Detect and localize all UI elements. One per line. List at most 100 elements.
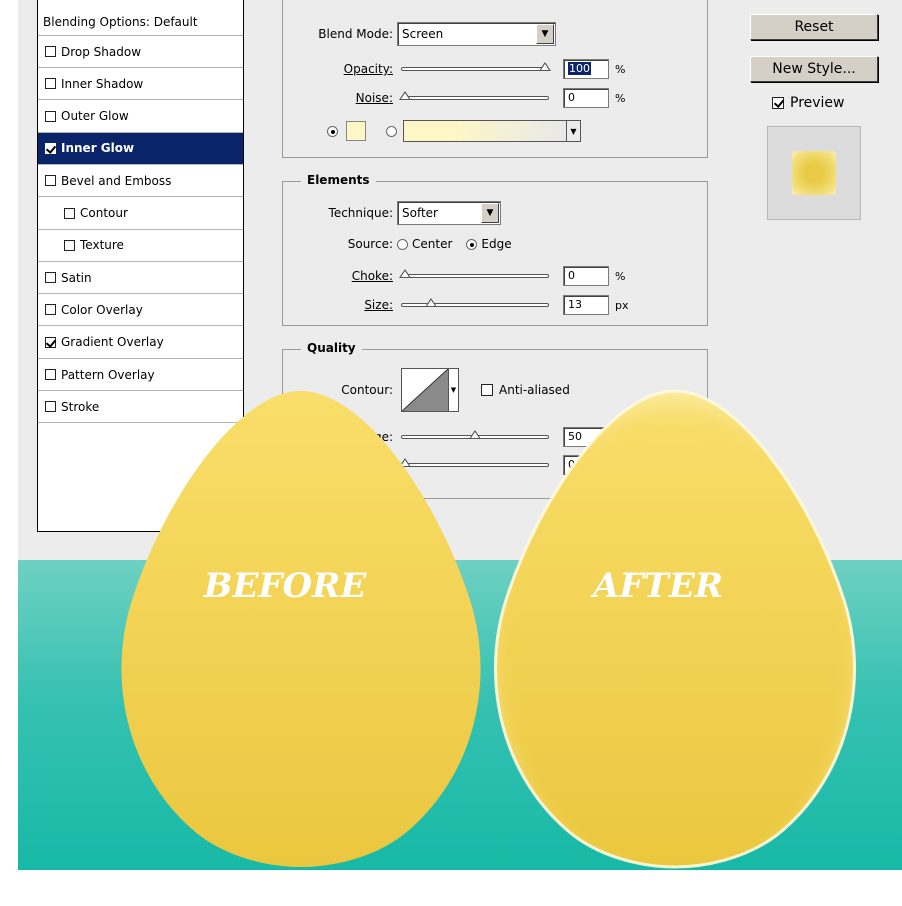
gradient-radio[interactable] — [386, 125, 397, 137]
elements-legend: Elements — [301, 173, 376, 187]
style-item-label: Inner Shadow — [61, 76, 144, 91]
style-item-color-overlay[interactable]: Color Overlay — [38, 294, 243, 327]
technique-row: Technique: Softer ▼ — [303, 201, 501, 225]
choke-input[interactable]: 0 — [563, 266, 609, 286]
source-center-label: Center — [412, 237, 453, 251]
noise-slider[interactable] — [399, 91, 549, 104]
size-slider[interactable] — [401, 298, 549, 311]
style-checkbox[interactable] — [45, 401, 56, 413]
elements-panel: Elements Technique: Softer ▼ Source: Cen… — [282, 173, 708, 326]
quality-panel: Quality Contour: ▼ Anti-aliased ge: 50 0 — [282, 341, 708, 499]
style-item-label: Color Overlay — [61, 302, 143, 317]
anti-aliased-label: Anti-aliased — [499, 383, 570, 397]
source-center-radio[interactable] — [397, 238, 408, 250]
teal-background — [18, 560, 902, 870]
contour-picker[interactable]: ▼ — [401, 368, 459, 412]
style-item-gradient-overlay[interactable]: Gradient Overlay — [38, 327, 243, 359]
noise-slider-track — [401, 96, 549, 100]
style-item-bevel-and-emboss[interactable]: Bevel and Emboss — [38, 165, 243, 198]
style-checkbox[interactable] — [45, 46, 56, 57]
chevron-down-icon: ▼ — [481, 203, 499, 223]
range-slider[interactable] — [401, 430, 549, 443]
style-checkbox[interactable] — [45, 369, 56, 380]
size-unit: px — [615, 298, 629, 312]
new-style-button[interactable]: New Style... — [750, 56, 878, 82]
style-checkbox[interactable] — [45, 142, 56, 154]
opacity-slider[interactable] — [401, 62, 551, 75]
range-input[interactable]: 50 — [563, 427, 609, 447]
style-checkbox[interactable] — [45, 175, 56, 187]
blending-options-item[interactable]: Blending Options: Default — [38, 8, 243, 36]
noise-input[interactable]: 0 — [563, 88, 609, 108]
style-checkbox[interactable] — [45, 272, 56, 284]
choke-slider[interactable] — [399, 269, 549, 282]
opacity-row: Opacity: 100 % — [303, 59, 625, 79]
styles-list: Blending Options: Default Drop Shadow Inn… — [37, 0, 244, 532]
technique-select[interactable]: Softer ▼ — [397, 201, 501, 225]
preview-checkbox[interactable] — [772, 97, 784, 109]
style-item-label: Satin — [61, 270, 92, 285]
source-label: Source: — [347, 237, 393, 251]
jitter-slider-thumb[interactable] — [399, 458, 411, 467]
choke-slider-thumb[interactable] — [399, 269, 411, 278]
jitter-slider-track — [401, 463, 549, 467]
style-item-inner-glow[interactable]: Inner Glow — [38, 132, 243, 165]
glow-color-swatch[interactable] — [346, 121, 366, 141]
blend-mode-select[interactable]: Screen ▼ — [397, 22, 556, 46]
contour-row: Contour: ▼ Anti-aliased — [303, 368, 570, 412]
chevron-down-icon: ▼ — [448, 369, 458, 411]
chevron-down-icon: ▼ — [536, 24, 554, 44]
style-checkbox[interactable] — [64, 207, 75, 219]
style-item-label: Drop Shadow — [61, 44, 142, 59]
style-item-drop-shadow[interactable]: Drop Shadow — [38, 36, 243, 68]
style-item-label: Contour — [80, 206, 128, 220]
size-slider-thumb[interactable] — [425, 298, 437, 307]
style-item-inner-shadow[interactable]: Inner Shadow — [38, 68, 243, 101]
source-edge-radio[interactable] — [466, 238, 478, 250]
opacity-label: Opacity: — [343, 62, 393, 76]
anti-aliased-checkbox[interactable] — [481, 384, 493, 396]
style-item-pattern-overlay[interactable]: Pattern Overlay — [38, 359, 243, 391]
noise-slider-thumb[interactable] — [399, 91, 411, 100]
layer-style-dialog: Blending Options: Default Drop Shadow Inn… — [18, 0, 902, 560]
range-label: ge: — [373, 430, 393, 444]
style-item-label: Stroke — [61, 399, 100, 414]
solid-color-radio[interactable] — [327, 125, 338, 137]
choke-unit: % — [615, 269, 626, 283]
gradient-picker[interactable]: ▼ — [403, 120, 581, 142]
style-item-stroke[interactable]: Stroke — [38, 391, 243, 424]
reset-button[interactable]: Reset — [750, 14, 878, 40]
choke-row: Choke: 0 % — [303, 266, 625, 286]
structure-panel: Blend Mode: Screen ▼ Opacity: 100 % Nois… — [282, 0, 708, 158]
preview-swatch — [792, 151, 836, 195]
opacity-slider-track — [401, 67, 549, 71]
style-checkbox[interactable] — [45, 336, 56, 348]
jitter-input[interactable]: 0 — [563, 455, 609, 475]
style-item-label: Inner Glow — [61, 141, 135, 156]
opacity-value: 100 — [568, 62, 591, 75]
contour-curve-icon — [402, 369, 448, 411]
style-checkbox[interactable] — [45, 110, 56, 122]
opacity-input[interactable]: 100 — [563, 59, 609, 79]
style-checkbox[interactable] — [45, 78, 56, 90]
range-slider-thumb[interactable] — [469, 430, 481, 439]
style-item-contour[interactable]: Contour — [38, 198, 243, 230]
glow-color-row: ▼ — [327, 120, 581, 142]
style-checkbox[interactable] — [64, 239, 75, 251]
opacity-slider-thumb[interactable] — [539, 62, 551, 71]
style-item-satin[interactable]: Satin — [38, 262, 243, 295]
size-input[interactable]: 13 — [563, 295, 609, 315]
chevron-down-icon: ▼ — [566, 121, 580, 141]
style-item-outer-glow[interactable]: Outer Glow — [38, 101, 243, 133]
style-item-texture[interactable]: Texture — [38, 230, 243, 262]
contour-label: Contour: — [341, 383, 393, 397]
jitter-row: 0 — [303, 455, 609, 475]
size-label: Size: — [364, 298, 393, 312]
jitter-slider[interactable] — [399, 458, 549, 471]
style-checkbox[interactable] — [45, 304, 56, 316]
preview-toggle[interactable]: Preview — [772, 95, 845, 111]
gradient-preview — [404, 121, 566, 141]
style-item-label: Bevel and Emboss — [61, 173, 172, 188]
range-row: ge: 50 — [303, 427, 609, 447]
technique-value: Softer — [402, 206, 438, 220]
